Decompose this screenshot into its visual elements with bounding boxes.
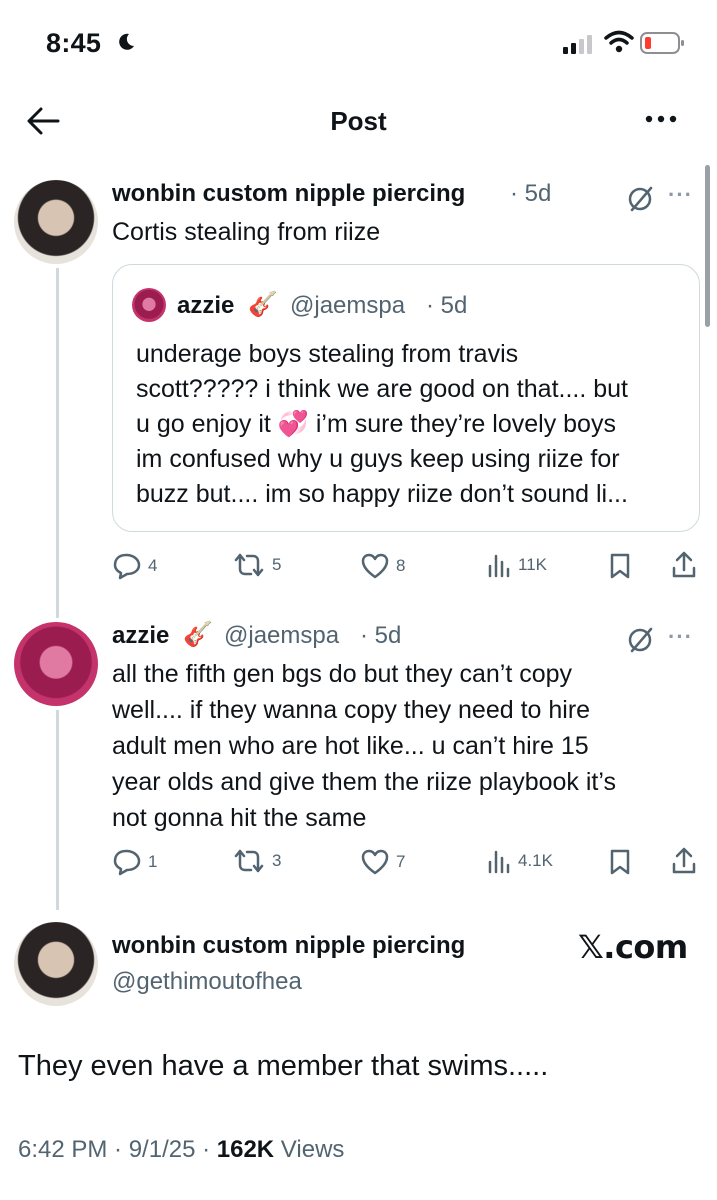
views-count: 11K	[518, 555, 547, 574]
reply-button[interactable]: 4	[112, 552, 157, 580]
avatar[interactable]	[14, 922, 98, 1006]
quote-text-line: scott????? i think we are good on that..…	[136, 375, 628, 403]
more-icon[interactable]: ···	[668, 624, 693, 650]
share-icon[interactable]	[670, 846, 698, 876]
reply-icon	[113, 553, 141, 580]
post-time: · 5d	[510, 180, 552, 207]
page-title: Post	[330, 106, 387, 136]
reply-count: 4	[148, 556, 158, 575]
post-text-line: not gonna hit the same	[112, 804, 367, 832]
repost-count: 5	[272, 555, 282, 574]
guitar-emoji: 🎸	[183, 621, 213, 648]
post-text-line: year olds and give them the riize playbo…	[112, 768, 616, 796]
repost-icon	[234, 849, 264, 873]
like-icon	[361, 553, 389, 579]
quote-text-line: im confused why u guys keep using riize …	[136, 445, 620, 473]
battery-icon	[640, 32, 684, 54]
avatar	[132, 288, 166, 322]
reply-icon	[113, 849, 141, 876]
moon-icon	[119, 33, 134, 50]
quote-time: · 5d	[426, 292, 468, 319]
post-timestamp: 6:42 PM · 9/1/25 ·	[18, 1136, 217, 1163]
author-name[interactable]: wonbin custom nipple piercing	[112, 932, 465, 960]
like-count: 7	[396, 852, 406, 871]
like-button[interactable]: 8	[360, 552, 405, 580]
quote-text-line: u go enjoy it 💞 i’m sure they’re lovely …	[136, 410, 616, 438]
repost-button[interactable]: 3	[232, 848, 281, 874]
reply-count: 1	[148, 852, 158, 871]
views-count: 4.1K	[518, 851, 553, 870]
quote-handle: @jaemspa	[290, 292, 406, 319]
thread-line	[56, 268, 59, 618]
quote-text-line: buzz but.... im so happy riize don’t sou…	[136, 480, 628, 508]
bookmark-icon[interactable]	[608, 848, 632, 876]
repost-count: 3	[272, 851, 282, 870]
grok-icon[interactable]	[626, 624, 656, 654]
grok-icon[interactable]	[626, 183, 656, 213]
author-name[interactable]: wonbin custom nipple piercing	[112, 180, 465, 208]
views-icon	[488, 554, 510, 578]
guitar-emoji: 🎸	[248, 291, 278, 318]
author-name[interactable]: azzie	[112, 622, 169, 650]
avatar[interactable]	[14, 180, 98, 264]
post-text-line: all the fifth gen bgs do but they can’t …	[112, 660, 573, 688]
author-handle: @jaemspa	[224, 622, 340, 649]
post-text: They even have a member that swims.....	[18, 1050, 549, 1082]
x-watermark: 𝕏.com	[578, 928, 688, 966]
avatar[interactable]	[14, 622, 98, 706]
post-text-line: well.... if they wanna copy they need to…	[112, 696, 591, 724]
thread-line	[56, 710, 59, 910]
quote-author-name: azzie	[177, 292, 235, 319]
post-text-line: adult men who are hot like... u can’t hi…	[112, 732, 589, 760]
views-label: Views	[274, 1136, 345, 1163]
views-total[interactable]: 162K	[217, 1136, 274, 1163]
post-time: · 5d	[360, 622, 402, 649]
views-button[interactable]: 11K	[486, 552, 547, 578]
views-button[interactable]: 4.1K	[486, 848, 553, 874]
status-time: 8:45	[46, 28, 102, 58]
views-icon	[488, 850, 510, 874]
repost-icon	[234, 553, 264, 577]
signal-icon	[563, 35, 592, 54]
like-count: 8	[396, 556, 406, 575]
share-icon[interactable]	[670, 550, 698, 580]
reply-button[interactable]: 1	[112, 848, 157, 876]
author-handle: @gethimoutofhea	[112, 968, 302, 995]
like-icon	[361, 849, 389, 875]
more-icon[interactable]	[641, 104, 681, 134]
like-button[interactable]: 7	[360, 848, 405, 876]
scrollbar[interactable]	[705, 165, 710, 327]
quote-text-line: underage boys stealing from travis	[136, 340, 519, 368]
more-icon[interactable]: ···	[668, 182, 693, 208]
post-text: Cortis stealing from riize	[112, 218, 381, 246]
post-meta: 6:42 PM · 9/1/25 · 162K Views	[18, 1136, 344, 1164]
repost-button[interactable]: 5	[232, 552, 281, 578]
bookmark-icon[interactable]	[608, 552, 632, 580]
wifi-icon	[604, 30, 634, 53]
